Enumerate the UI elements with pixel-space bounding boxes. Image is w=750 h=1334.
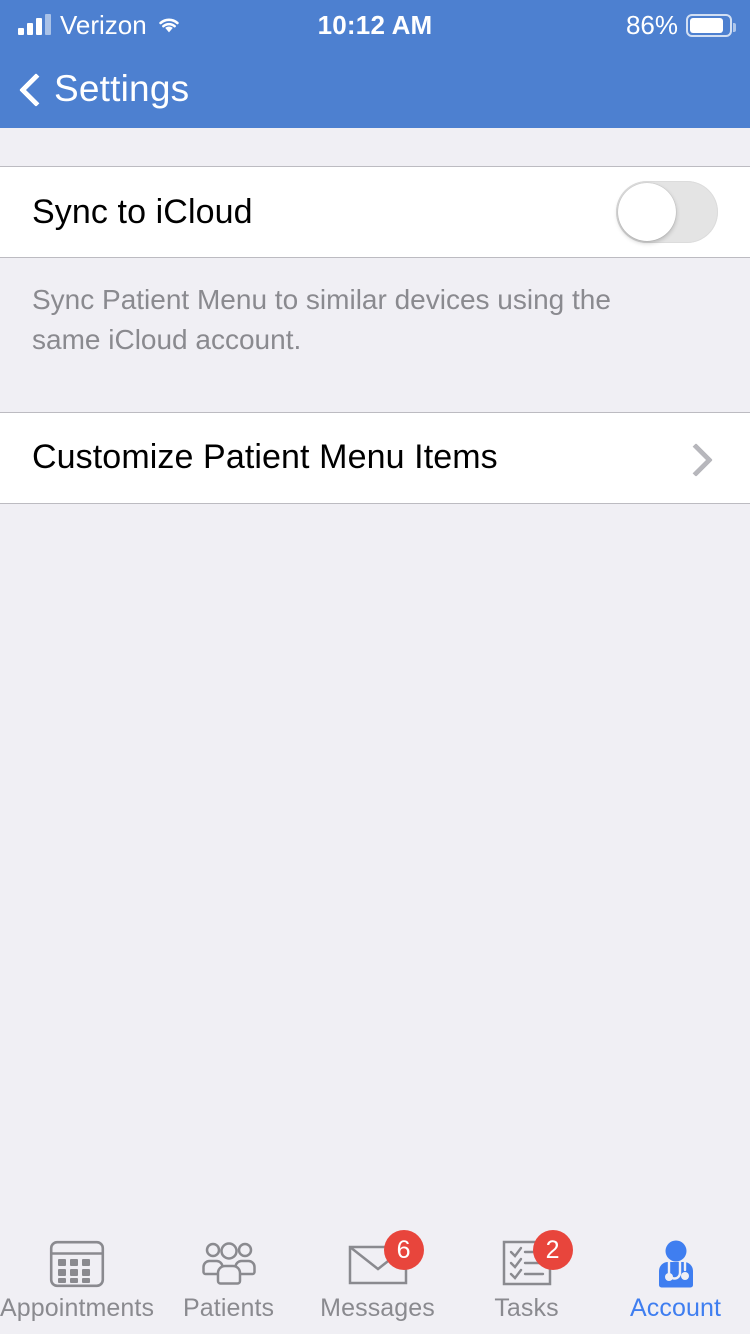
status-bar-left: Verizon bbox=[18, 10, 318, 41]
signal-strength-icon bbox=[18, 14, 51, 35]
tab-messages[interactable]: 6 Messages bbox=[303, 1230, 452, 1334]
empty-area bbox=[0, 503, 750, 1230]
navigation-bar: Settings bbox=[0, 50, 750, 128]
wifi-icon bbox=[156, 15, 182, 35]
customize-patient-menu-items-label: Customize Patient Menu Items bbox=[32, 438, 498, 476]
tab-tasks[interactable]: 2 Tasks bbox=[452, 1230, 601, 1334]
app-screen: Verizon 10:12 AM 86% Settings Sync to iC… bbox=[0, 0, 750, 1334]
back-button[interactable]: Settings bbox=[14, 66, 195, 112]
sync-to-icloud-label: Sync to iCloud bbox=[32, 192, 253, 231]
chevron-right-icon bbox=[692, 441, 712, 475]
clock: 10:12 AM bbox=[317, 9, 433, 40]
tab-bar: Appointments Patients 6 Messages 2 Tasks… bbox=[0, 1230, 750, 1334]
carrier-label: Verizon bbox=[60, 9, 147, 40]
battery-icon bbox=[686, 13, 737, 37]
section-spacer-top bbox=[0, 128, 750, 166]
section-spacer-mid bbox=[0, 389, 750, 412]
sync-to-icloud-toggle[interactable] bbox=[616, 181, 718, 243]
page-title: Settings bbox=[54, 68, 190, 109]
status-bar: Verizon 10:12 AM 86% bbox=[0, 0, 750, 50]
tasks-badge: 2 bbox=[532, 1230, 573, 1270]
tab-label-messages: Messages bbox=[320, 1294, 435, 1322]
chevron-left-icon bbox=[20, 72, 40, 106]
battery-percent-label: 86% bbox=[625, 9, 679, 40]
tab-label-appointments: Appointments bbox=[0, 1294, 155, 1322]
tab-label-account: Account bbox=[630, 1294, 722, 1322]
tab-appointments[interactable]: Appointments bbox=[0, 1230, 154, 1334]
customize-patient-menu-items-row[interactable]: Customize Patient Menu Items bbox=[0, 411, 750, 504]
sync-footnote: Sync Patient Menu to similar devices usi… bbox=[0, 258, 700, 390]
messages-badge: 6 bbox=[383, 1230, 424, 1270]
sync-to-icloud-row[interactable]: Sync to iCloud bbox=[0, 166, 750, 258]
doctor-icon bbox=[645, 1236, 707, 1292]
settings-content: Sync to iCloud Sync Patient Menu to simi… bbox=[0, 128, 750, 1230]
tab-label-tasks: Tasks bbox=[494, 1294, 559, 1322]
toggle-knob bbox=[618, 183, 676, 241]
tab-account[interactable]: Account bbox=[601, 1230, 750, 1334]
tab-label-patients: Patients bbox=[183, 1294, 275, 1322]
people-group-icon bbox=[198, 1236, 260, 1292]
calendar-icon bbox=[46, 1236, 108, 1292]
status-bar-right: 86% bbox=[432, 9, 737, 41]
tab-patients[interactable]: Patients bbox=[154, 1230, 303, 1334]
